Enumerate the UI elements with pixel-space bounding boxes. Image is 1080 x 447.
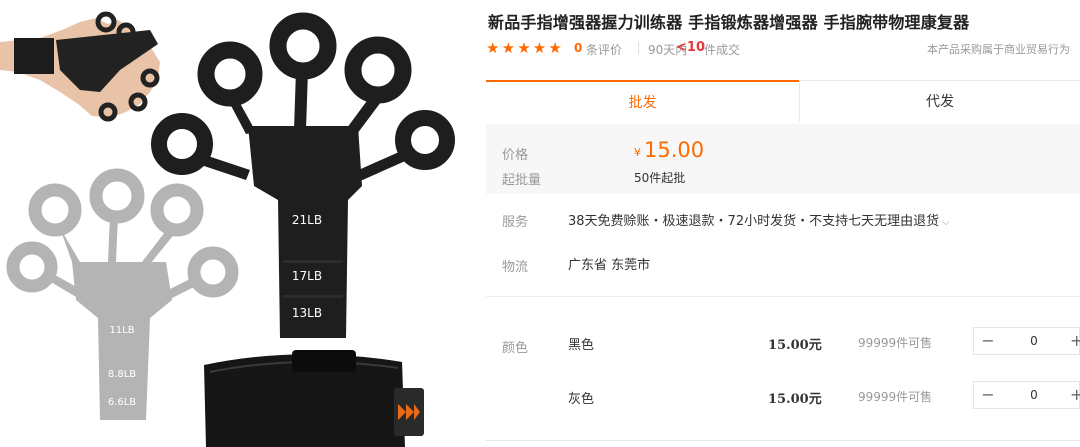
bottom-panel-edge [486, 440, 1080, 447]
quantity-stepper: − 0 + [973, 327, 1080, 355]
service-label: 服务 [502, 215, 529, 230]
color-label: 颜色 [502, 341, 529, 356]
service-value: 38天免费赊账・极速退款・72小时发货・不支持七天无理由退货 [568, 214, 940, 229]
svg-text:13LB: 13LB [292, 306, 322, 320]
wrist-strap [204, 350, 424, 447]
meta-row: ★ ★ ★ ★ ★ 0 条评价 90天内 <10 件成交 本产品采购属于商业贸易… [486, 40, 1080, 58]
svg-text:17LB: 17LB [292, 269, 322, 283]
purchase-mode-tabs: 批发 代发 [486, 80, 1080, 122]
star-icon: ★ [501, 39, 516, 57]
review-label[interactable]: 条评价 [586, 41, 622, 58]
svg-text:6.6LB: 6.6LB [108, 397, 136, 408]
quantity-stepper: − 0 + [973, 381, 1080, 409]
chevron-down-icon[interactable]: ⌵ [942, 217, 950, 228]
meta-divider [638, 42, 639, 54]
increment-button[interactable]: + [1070, 328, 1080, 354]
sku-price: 15.00元 [768, 338, 822, 353]
service-dropdown[interactable]: 38天免费赊账・极速退款・72小时发货・不支持七天无理由退货 ⌵ [568, 210, 950, 229]
sku-name: 灰色 [568, 392, 595, 407]
sku-stock: 99999件可售 [858, 390, 933, 404]
logistics-origin: 广东省 东莞市 [568, 258, 651, 273]
rating-stars: ★ ★ ★ ★ ★ [486, 40, 564, 57]
quantity-input[interactable]: 0 [1020, 328, 1048, 354]
business-note: 本产品采购属于商业贸易行为 [927, 43, 1070, 56]
svg-text:8.8LB: 8.8LB [108, 369, 136, 380]
logistics-label: 物流 [502, 260, 529, 275]
section-divider [486, 296, 1080, 297]
sku-stock: 99999件可售 [858, 336, 933, 350]
unit-price: 15.00 [644, 138, 705, 162]
moq-value: 50件起批 [634, 171, 686, 185]
star-icon: ★ [548, 39, 562, 57]
product-image[interactable]: 11LB 8.8LB 6.6LB 21LB 17LB 13LB [0, 0, 470, 447]
star-icon: ★ [532, 39, 547, 57]
star-icon: ★ [486, 39, 500, 57]
moq-label: 起批量 [502, 173, 542, 188]
hand-inset-photo [0, 11, 160, 122]
product-title: 新品手指增强器握力训练器 手指锻炼器增强器 手指腕带物理康复器 [488, 13, 970, 32]
star-icon: ★ [517, 39, 531, 57]
currency-symbol: ¥ [634, 146, 641, 159]
quantity-input[interactable]: 0 [1020, 382, 1048, 408]
sku-price: 15.00元 [768, 392, 822, 407]
sales-unit: 件成交 [704, 43, 741, 57]
sku-row: 黑色 15.00元 99999件可售 − 0 + [568, 327, 1080, 357]
svg-text:11LB: 11LB [109, 325, 134, 336]
increment-button[interactable]: + [1070, 382, 1080, 408]
product-info-panel: 新品手指增强器握力训练器 手指锻炼器增强器 手指腕带物理康复器 ★ ★ ★ ★ … [486, 0, 1080, 447]
svg-text:21LB: 21LB [292, 213, 322, 227]
review-count[interactable]: 0 [574, 41, 582, 55]
price-box: 价格 ¥ 15.00 起批量 50件起批 [486, 124, 1080, 194]
decrement-button[interactable]: − [974, 382, 1002, 408]
decrement-button[interactable]: − [974, 328, 1002, 354]
tab-wholesale[interactable]: 批发 [486, 80, 799, 122]
sku-name: 黑色 [568, 338, 595, 353]
sku-row: 灰色 15.00元 99999件可售 − 0 + [568, 381, 1080, 411]
grey-finger-trainer [6, 168, 239, 420]
tab-dropship[interactable]: 代发 [799, 80, 1080, 122]
sales-count: <10 [676, 40, 705, 55]
price-label: 价格 [502, 148, 529, 163]
